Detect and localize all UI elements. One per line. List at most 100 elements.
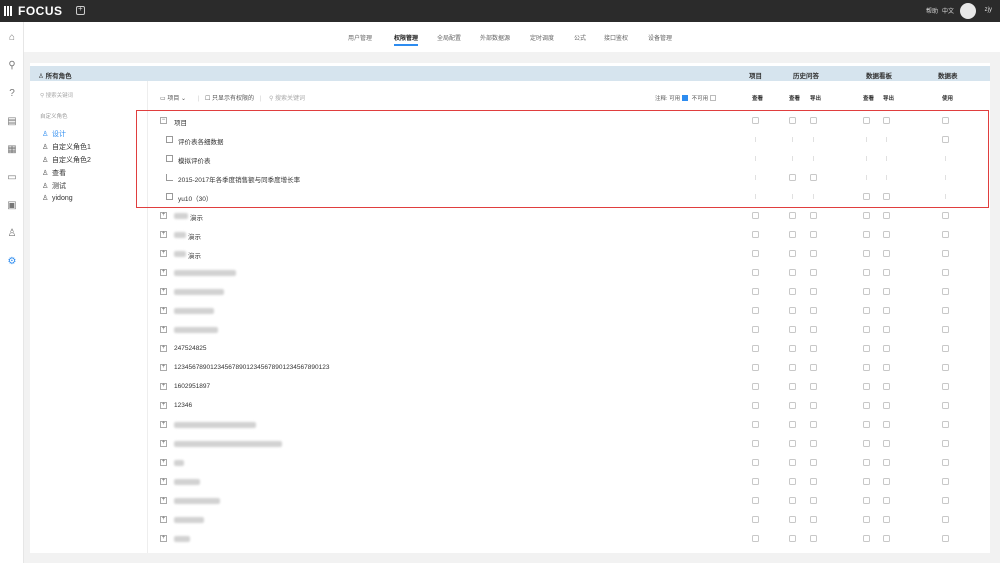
permission-checkbox[interactable] xyxy=(810,459,817,466)
permission-checkbox[interactable] xyxy=(883,231,890,238)
permission-checkbox[interactable] xyxy=(810,326,817,333)
permission-checkbox[interactable] xyxy=(810,535,817,542)
permission-checkbox[interactable] xyxy=(863,326,870,333)
expand-icon[interactable]: + xyxy=(160,307,167,314)
permission-checkbox[interactable] xyxy=(810,516,817,523)
project-row[interactable]: + xyxy=(158,264,983,282)
permission-checkbox[interactable] xyxy=(752,345,759,352)
permission-checkbox[interactable] xyxy=(810,478,817,485)
permission-checkbox[interactable] xyxy=(789,326,796,333)
permission-checkbox[interactable] xyxy=(789,535,796,542)
permission-checkbox[interactable] xyxy=(789,383,796,390)
permission-checkbox[interactable] xyxy=(789,478,796,485)
expand-icon[interactable]: + xyxy=(160,364,167,371)
permission-checkbox[interactable] xyxy=(942,478,949,485)
permission-checkbox[interactable] xyxy=(883,497,890,504)
permission-checkbox[interactable] xyxy=(752,307,759,314)
permission-checkbox[interactable] xyxy=(942,459,949,466)
role-item-view[interactable]: ♙ 查看 xyxy=(42,168,66,178)
help-circle-icon[interactable]: ? xyxy=(6,88,18,100)
permission-checkbox[interactable] xyxy=(863,459,870,466)
permission-checkbox[interactable] xyxy=(883,307,890,314)
permission-checkbox[interactable] xyxy=(789,288,796,295)
project-row[interactable]: + xyxy=(158,321,983,339)
expand-icon[interactable]: + xyxy=(160,231,167,238)
permission-checkbox[interactable] xyxy=(810,250,817,257)
expand-icon[interactable]: + xyxy=(160,288,167,295)
permission-checkbox[interactable] xyxy=(752,478,759,485)
permission-checkbox[interactable] xyxy=(863,269,870,276)
permission-checkbox[interactable] xyxy=(863,364,870,371)
project-dropdown[interactable]: ▭ 项目 ⌄ xyxy=(160,96,186,102)
permission-checkbox[interactable] xyxy=(789,516,796,523)
permission-checkbox[interactable] xyxy=(883,250,890,257)
tab-api-auth[interactable]: 接口鉴权 xyxy=(604,33,628,42)
permission-checkbox[interactable] xyxy=(810,497,817,504)
new-tab-icon[interactable] xyxy=(76,4,85,15)
project-row[interactable]: + 演示 xyxy=(158,226,983,244)
tab-device-management[interactable]: 设备管理 xyxy=(648,33,672,42)
report-icon[interactable]: ▤ xyxy=(6,116,18,128)
permission-checkbox[interactable] xyxy=(863,231,870,238)
expand-icon[interactable]: + xyxy=(160,459,167,466)
permission-checkbox[interactable] xyxy=(789,231,796,238)
permission-checkbox[interactable] xyxy=(810,440,817,447)
project-row[interactable]: + xyxy=(158,530,983,548)
permission-checkbox[interactable] xyxy=(752,497,759,504)
expand-icon[interactable]: + xyxy=(160,440,167,447)
permission-checkbox[interactable] xyxy=(942,231,949,238)
role-item-custom1[interactable]: ♙ 自定义角色1 xyxy=(42,142,91,152)
permission-checkbox[interactable] xyxy=(752,269,759,276)
permission-checkbox[interactable] xyxy=(752,535,759,542)
tab-permission-management[interactable]: 权限管理 xyxy=(394,33,419,46)
avatar[interactable] xyxy=(960,3,976,19)
permission-checkbox[interactable] xyxy=(863,402,870,409)
tab-global-config[interactable]: 全局配置 xyxy=(437,33,461,42)
permission-checkbox[interactable] xyxy=(863,478,870,485)
permission-checkbox[interactable] xyxy=(863,497,870,504)
permission-checkbox[interactable] xyxy=(789,459,796,466)
permission-checkbox[interactable] xyxy=(863,288,870,295)
permission-checkbox[interactable] xyxy=(942,421,949,428)
permission-checkbox[interactable] xyxy=(883,326,890,333)
project-row[interactable]: + xyxy=(158,473,983,491)
role-item-test[interactable]: ♙ 测试 xyxy=(42,181,66,191)
permission-checkbox[interactable] xyxy=(883,421,890,428)
search-icon[interactable]: ⚲ xyxy=(6,60,18,72)
tab-user-management[interactable]: 用户管理 xyxy=(348,33,372,42)
table-icon[interactable]: ▦ xyxy=(6,144,18,156)
permission-checkbox[interactable] xyxy=(942,497,949,504)
role-item-custom2[interactable]: ♙ 自定义角色2 xyxy=(42,155,91,165)
only-show-permitted-checkbox[interactable]: ☐ 只显示有权限的 xyxy=(205,96,254,102)
permission-checkbox[interactable] xyxy=(752,326,759,333)
tab-external-datasource[interactable]: 外部数据源 xyxy=(480,33,510,42)
permission-checkbox[interactable] xyxy=(863,212,870,219)
permission-checkbox[interactable] xyxy=(942,345,949,352)
permission-checkbox[interactable] xyxy=(810,402,817,409)
permission-checkbox[interactable] xyxy=(883,383,890,390)
permission-checkbox[interactable] xyxy=(752,516,759,523)
permission-checkbox[interactable] xyxy=(863,345,870,352)
permission-checkbox[interactable] xyxy=(942,402,949,409)
permission-checkbox[interactable] xyxy=(942,307,949,314)
permission-checkbox[interactable] xyxy=(752,364,759,371)
permission-checkbox[interactable] xyxy=(883,459,890,466)
permission-checkbox[interactable] xyxy=(883,212,890,219)
permission-checkbox[interactable] xyxy=(942,535,949,542)
permission-checkbox[interactable] xyxy=(752,440,759,447)
permission-checkbox[interactable] xyxy=(883,440,890,447)
app-logo[interactable]: FOCUS xyxy=(4,4,63,18)
expand-icon[interactable]: + xyxy=(160,421,167,428)
permission-checkbox[interactable] xyxy=(789,307,796,314)
expand-icon[interactable]: + xyxy=(160,212,167,219)
project-row[interactable]: + xyxy=(158,511,983,529)
permission-checkbox[interactable] xyxy=(752,421,759,428)
permission-checkbox[interactable] xyxy=(942,250,949,257)
permission-checkbox[interactable] xyxy=(863,421,870,428)
expand-icon[interactable]: + xyxy=(160,383,167,390)
role-search-input[interactable]: ⚲ 搜索关键词 xyxy=(40,91,73,99)
project-row[interactable]: + xyxy=(158,435,983,453)
permission-checkbox[interactable] xyxy=(752,250,759,257)
project-row[interactable]: + xyxy=(158,283,983,301)
permission-checkbox[interactable] xyxy=(789,250,796,257)
